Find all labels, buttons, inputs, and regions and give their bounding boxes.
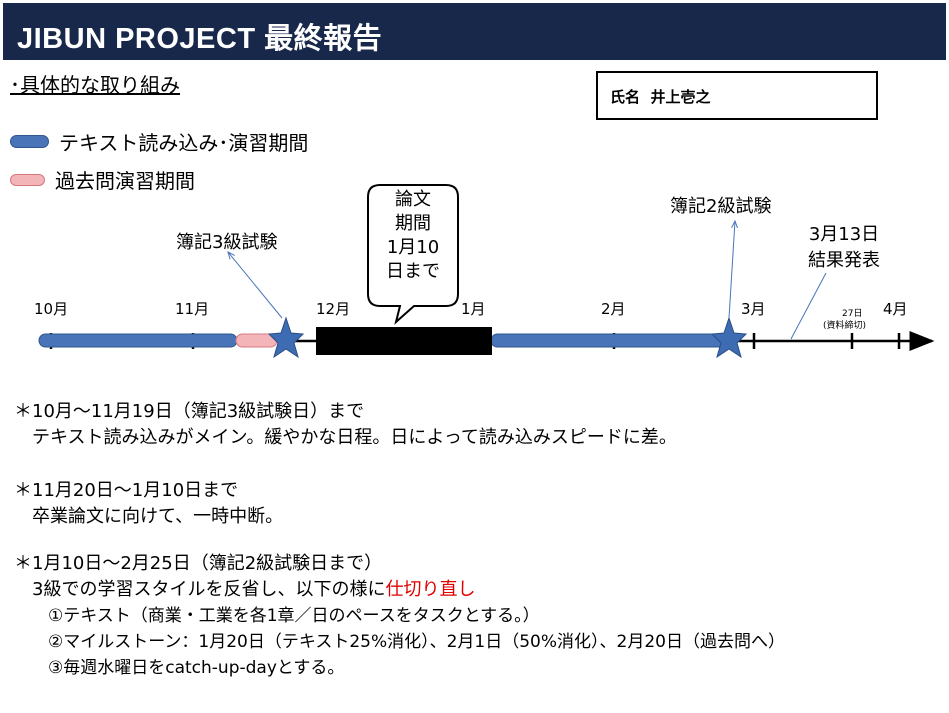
result-callout-line [790,272,827,340]
month-label-2: 2月 [601,300,626,318]
exam2-star-icon [710,316,748,359]
result-text: 結果発表 [808,250,880,271]
month-label-11: 11月 [175,300,210,318]
note-2-body: 卒業論文に向けて、一時中断。 [32,506,284,527]
note-item-1: ＊10月～11月19日（簿記3級試験日）まで テキスト読み込みがメイン。緩やかな… [14,399,677,451]
note-3-title: ＊1月10日～2月25日（簿記2級試験日まで） [14,553,383,574]
exam2-label: 簿記2級試験 [670,196,772,217]
exam3-callout-arrow [228,252,283,319]
result-announcement: 3月13日 結果発表 [808,222,880,274]
note-3-step-1: ①テキスト（商業・工業を各1章／日のペースをタスクとする。） [48,606,540,626]
month-label-12: 12月 [316,300,351,318]
exam3-label: 簿記3級試験 [176,232,278,253]
thesis-line-1: 論文 [395,189,431,210]
thesis-line-2: 期間 [395,213,431,234]
result-date: 3月13日 [808,224,880,245]
note-3-highlight: 仕切り直し [385,579,476,600]
note-3-step-2: ②マイルストーン：1月20日（テキスト25%消化）、2月1日（50%消化）、2月… [48,632,785,652]
exam2-callout-arrow [728,221,735,319]
study-period-bar-1 [38,333,238,348]
thesis-line-4: 日まで [386,261,440,282]
thesis-period-block [316,327,492,355]
note-3-body: 3級での学習スタイルを反省し、以下の様に仕切り直し [14,577,785,603]
thesis-line-3: 1月10 [386,237,440,258]
exam3-star-icon [267,316,305,359]
note-3-body-text: 3級での学習スタイルを反省し、以下の様に [32,579,386,600]
note-1-title: ＊10月～11月19日（簿記3級試験日）まで [14,401,365,422]
month-label-3: 3月 [741,300,766,318]
note-3-step-3: ③毎週水曜日をcatch-up-dayとする。 [48,658,345,678]
month-label-4: 4月 [883,300,908,318]
note-item-2: ＊11月20日～1月10日まで 卒業論文に向けて、一時中断。 [14,478,283,530]
deadline-note-label: (資料締切) [823,321,867,331]
note-item-3: ＊1月10日～2月25日（簿記2級試験日まで） 3級での学習スタイルを反省し、以… [14,551,785,681]
note-2-title: ＊11月20日～1月10日まで [14,480,239,501]
month-label-10: 10月 [34,300,69,318]
thesis-bubble-text: 論文 期間 1月10 日まで [368,188,458,284]
note-1-body: テキスト読み込みがメイン。緩やかな日程。日によって読み込みスピードに差。 [32,427,677,448]
study-period-bar-2 [490,333,732,348]
month-label-1: 1月 [461,300,486,318]
